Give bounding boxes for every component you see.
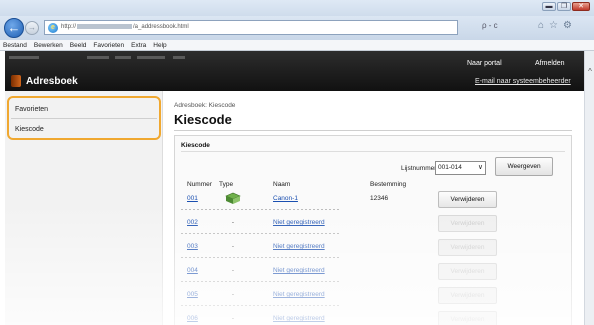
main-content: Adresboek: Kiescode Kiescode Kiescode Li… [163, 91, 584, 325]
menu-beeld[interactable]: Beeld [70, 40, 87, 50]
delete-button: Verwijderen [438, 215, 497, 232]
browser-menubar: Bestand Bewerken Beeld Favorieten Extra … [0, 40, 594, 51]
logout-link[interactable]: Afmelden [535, 60, 565, 67]
type-value: - [231, 243, 235, 250]
address-bar-area: ← → e http:///a_addressbook.html ρ - c ⌂… [0, 16, 594, 40]
addressbook-icon [11, 75, 21, 87]
entry-name-link[interactable]: Niet geregistreerd [273, 315, 325, 322]
delete-button: Verwijderen [438, 287, 497, 304]
delete-button: Verwijderen [438, 239, 497, 256]
addressbook-entry-icon [225, 192, 241, 204]
app-header: Adresboek Naar portal Afmelden E-mail na… [5, 51, 584, 91]
entry-name-link[interactable]: Canon-1 [273, 195, 298, 202]
menu-extra[interactable]: Extra [131, 40, 146, 50]
list-number-label: Lijstnummer: [401, 165, 439, 172]
breadcrumb: Adresboek: Kiescode [174, 102, 236, 109]
type-value: - [231, 291, 235, 298]
browser-tools: ⌂ ☆ ⚙ [538, 20, 572, 31]
row-divider [181, 281, 341, 282]
url-text: http:///a_addressbook.html [61, 24, 189, 31]
type-value: - [231, 267, 235, 274]
menu-bewerken[interactable]: Bewerken [34, 40, 63, 50]
column-header-type: Type [219, 181, 234, 188]
type-value: - [231, 219, 235, 226]
page-title: Kiescode [174, 112, 232, 127]
type-value: - [231, 315, 235, 322]
menu-bestand[interactable]: Bestand [3, 40, 27, 50]
gear-icon[interactable]: ⚙ [563, 20, 572, 31]
row-divider [181, 209, 341, 210]
delete-button: Verwijderen [438, 311, 497, 325]
ie-icon: e [48, 22, 58, 33]
masked-text [137, 56, 165, 59]
column-header-destination: Bestemming [370, 181, 407, 188]
menu-help[interactable]: Help [153, 40, 166, 50]
entry-name-link[interactable]: Niet geregistreerd [273, 243, 325, 250]
masked-text [87, 56, 109, 59]
sidebar-item-favorieten[interactable]: Favorieten [11, 100, 157, 119]
forward-arrow-icon[interactable]: → [25, 21, 39, 35]
show-button[interactable]: Weergeven [495, 157, 553, 176]
dial-number-link[interactable]: 005 [187, 291, 198, 298]
divider [174, 130, 572, 131]
dial-number-link[interactable]: 002 [187, 219, 198, 226]
table-row: 001 Canon-1 12346 Verwijderen [181, 189, 565, 210]
url-input[interactable]: e http:///a_addressbook.html [44, 20, 458, 35]
dial-number-link[interactable]: 004 [187, 267, 198, 274]
masked-text [9, 56, 39, 59]
menu-favorieten[interactable]: Favorieten [93, 40, 124, 50]
table-row: 005 - Niet geregistreerd Verwijderen [181, 285, 565, 306]
home-icon[interactable]: ⌂ [538, 20, 544, 31]
chevron-down-icon: ∨ [477, 164, 483, 171]
favorites-star-icon[interactable]: ☆ [549, 20, 558, 31]
dial-number-link[interactable]: 003 [187, 243, 198, 250]
dial-number-link[interactable]: 001 [187, 195, 198, 202]
masked-text [173, 56, 185, 59]
url-tools: ρ - c [482, 21, 498, 30]
portal-link[interactable]: Naar portal [467, 60, 502, 67]
close-button[interactable]: ✕ [572, 2, 590, 11]
column-header-name: Naam [273, 181, 291, 188]
row-divider [181, 233, 341, 234]
delete-button[interactable]: Verwijderen [438, 191, 497, 208]
table-row: 003 - Niet geregistreerd Verwijderen [181, 237, 565, 258]
scroll-up-icon[interactable]: ^ [586, 67, 594, 77]
entry-name-link[interactable]: Niet geregistreerd [273, 291, 325, 298]
list-number-value: 001-014 [438, 164, 462, 171]
window-controls: ▬ ❐ ✕ [542, 2, 590, 11]
mail-admin-link[interactable]: E-mail naar systeembeheerder [475, 78, 571, 85]
masked-text [115, 56, 131, 59]
back-arrow-icon[interactable]: ← [4, 18, 24, 38]
row-divider [181, 257, 341, 258]
sidebar: Favorieten Kiescode [5, 91, 163, 325]
destination-value: 12346 [370, 195, 389, 202]
app-title: Adresboek [26, 76, 78, 87]
search-refresh-icon[interactable]: ρ - c [482, 21, 498, 30]
sidebar-item-kiescode[interactable]: Kiescode [11, 120, 157, 139]
table-row: 002 - Niet geregistreerd Verwijderen [181, 213, 565, 234]
maximize-button[interactable]: ❐ [557, 2, 571, 11]
table-row: 006 - Niet geregistreerd Verwijderen [181, 309, 565, 325]
minimize-button[interactable]: ▬ [542, 2, 556, 11]
entry-name-link[interactable]: Niet geregistreerd [273, 267, 325, 274]
table-row: 004 - Niet geregistreerd Verwijderen [181, 261, 565, 282]
row-divider [181, 305, 341, 306]
column-header-number: Nummer [187, 181, 212, 188]
list-number-select[interactable]: 001-014 ∨ [435, 161, 486, 175]
entry-name-link[interactable]: Niet geregistreerd [273, 219, 325, 226]
divider [181, 151, 565, 152]
delete-button: Verwijderen [438, 263, 497, 280]
browser-titlebar: ▬ ❐ ✕ [0, 0, 594, 16]
kiescode-section: Kiescode Lijstnummer: 001-014 ∨ Weergeve… [174, 135, 572, 325]
section-title: Kiescode [181, 142, 210, 149]
dial-number-link[interactable]: 006 [187, 315, 198, 322]
page-scrollbar[interactable]: ^ [584, 51, 594, 325]
